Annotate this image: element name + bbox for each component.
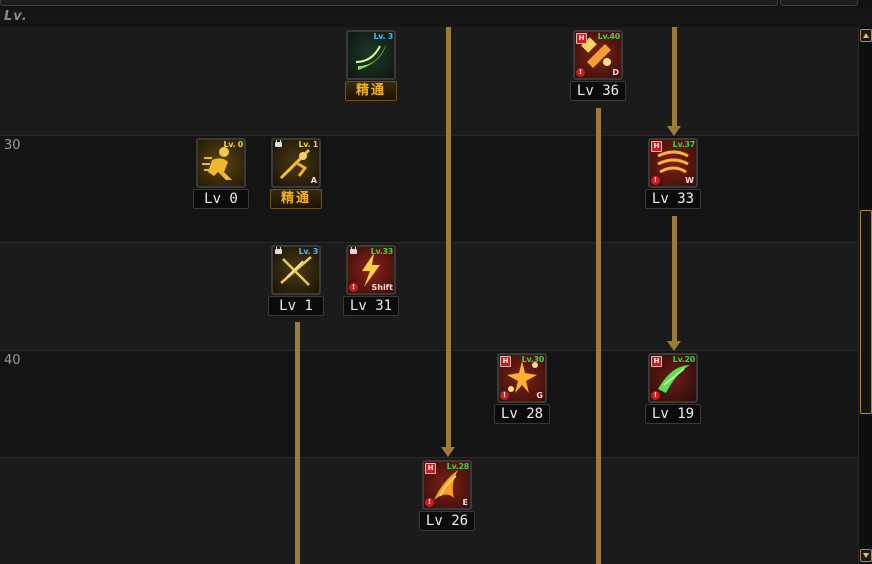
warning-icon: ! bbox=[500, 391, 509, 400]
skill-tag: Lv.28 bbox=[446, 462, 470, 471]
scroll-down-button[interactable] bbox=[860, 549, 872, 562]
lightning-icon[interactable]: Lv.33 ! Shift bbox=[346, 245, 396, 295]
skill-slot[interactable]: H Lv.20 ! Lv 19 bbox=[645, 353, 701, 424]
row-level-label: 40 bbox=[4, 353, 21, 368]
fire-claw-icon[interactable]: H Lv.28 ! E bbox=[422, 460, 472, 510]
warning-icon: ! bbox=[651, 176, 660, 185]
row-divider bbox=[0, 350, 858, 351]
green-slash-icon[interactable]: H Lv.20 ! bbox=[648, 353, 698, 403]
sprint-figure-icon[interactable]: Lv. 0 bbox=[196, 138, 246, 188]
hotbar-badge: H bbox=[425, 463, 436, 474]
skill-tag: Lv. 3 bbox=[373, 32, 393, 41]
vertical-scrollbar[interactable] bbox=[858, 27, 872, 564]
skill-slot[interactable]: Lv. 1 A 精通 bbox=[268, 138, 324, 209]
hotbar-badge: H bbox=[651, 356, 662, 367]
skill-level-label: Lv 0 bbox=[193, 189, 249, 209]
skill-hotkey: E bbox=[462, 498, 468, 507]
top-frame bbox=[0, 0, 872, 9]
skill-level-label: Lv 1 bbox=[268, 296, 324, 316]
skill-tag: Lv. 1 bbox=[298, 140, 318, 149]
row-band-1 bbox=[0, 27, 858, 135]
connector-arrowhead bbox=[667, 341, 681, 351]
skill-level-label: Lv 19 bbox=[645, 404, 701, 424]
skill-connector-line bbox=[295, 322, 300, 564]
skill-tag: Lv. 3 bbox=[298, 247, 318, 256]
skill-connector-line bbox=[596, 108, 601, 564]
row-divider bbox=[0, 135, 858, 136]
row-divider bbox=[0, 242, 858, 243]
skill-slot[interactable]: H Lv.37 ! W Lv 33 bbox=[645, 138, 701, 209]
warning-icon: ! bbox=[651, 391, 660, 400]
scroll-up-button[interactable] bbox=[860, 29, 872, 42]
row-band-4 bbox=[0, 350, 858, 457]
cross-slash-icon[interactable]: Lv. 3 bbox=[271, 245, 321, 295]
skill-slot[interactable]: Lv. 0 Lv 0 bbox=[193, 138, 249, 209]
hotbar-badge: H bbox=[576, 33, 587, 44]
skill-hotkey: D bbox=[612, 68, 619, 77]
skill-level-label: Lv 28 bbox=[494, 404, 550, 424]
skill-tag: Lv.40 bbox=[597, 32, 621, 41]
dash-figure-icon[interactable]: Lv. 1 A bbox=[271, 138, 321, 188]
skill-connector-line bbox=[672, 27, 677, 127]
skill-slot[interactable]: Lv. 3 精通 bbox=[343, 30, 399, 101]
connector-arrowhead bbox=[667, 126, 681, 136]
skill-level-label: Lv 26 bbox=[419, 511, 475, 531]
row-band-3 bbox=[0, 242, 858, 350]
lock-icon bbox=[275, 140, 282, 147]
skill-hotkey: G bbox=[536, 391, 543, 400]
top-frame-left bbox=[0, 0, 778, 6]
skill-hotkey: Shift bbox=[371, 283, 393, 292]
whirlwind-icon[interactable]: H Lv.37 ! W bbox=[648, 138, 698, 188]
burst-stars-icon[interactable]: H Lv.30 ! G bbox=[497, 353, 547, 403]
hotbar-badge: H bbox=[651, 141, 662, 152]
skill-hotkey: W bbox=[685, 176, 694, 185]
skill-slot[interactable]: H Lv.30 ! G Lv 28 bbox=[494, 353, 550, 424]
warning-icon: ! bbox=[349, 283, 358, 292]
skill-level-label: Lv 33 bbox=[645, 189, 701, 209]
skill-level-label: Lv 36 bbox=[570, 81, 626, 101]
skill-tag: Lv.37 bbox=[672, 140, 696, 149]
connector-arrowhead bbox=[441, 447, 455, 457]
level-column-header: Lv. bbox=[4, 9, 28, 24]
scrollbar-thumb[interactable] bbox=[860, 210, 872, 414]
skill-tag: Lv. 0 bbox=[223, 140, 243, 149]
lock-icon bbox=[275, 247, 282, 254]
row-divider bbox=[0, 457, 858, 458]
warning-icon: ! bbox=[576, 68, 585, 77]
warning-icon: ! bbox=[425, 498, 434, 507]
skill-slot[interactable]: Lv.33 ! Shift Lv 31 bbox=[343, 245, 399, 316]
lock-icon bbox=[350, 247, 357, 254]
skill-slot[interactable]: H Lv.40 ! D Lv 36 bbox=[570, 30, 626, 101]
skill-tag: Lv.33 bbox=[370, 247, 394, 256]
skill-hotkey: A bbox=[310, 176, 317, 185]
skill-level-label: Lv 31 bbox=[343, 296, 399, 316]
skill-connector-line bbox=[446, 27, 451, 449]
skill-tag: Lv.20 bbox=[672, 355, 696, 364]
skill-slot[interactable]: H Lv.28 ! E Lv 26 bbox=[419, 460, 475, 531]
hammer-strike-icon[interactable]: H Lv.40 ! D bbox=[573, 30, 623, 80]
top-frame-right bbox=[780, 0, 858, 6]
row-band-2 bbox=[0, 135, 858, 242]
skill-slot[interactable]: Lv. 3 Lv 1 bbox=[268, 245, 324, 316]
skill-mastery-label: 精通 bbox=[345, 81, 397, 101]
green-crescent-icon[interactable]: Lv. 3 bbox=[346, 30, 396, 80]
hotbar-badge: H bbox=[500, 356, 511, 367]
skill-mastery-label: 精通 bbox=[270, 189, 322, 209]
skill-connector-line bbox=[672, 216, 677, 342]
skill-tag: Lv.30 bbox=[521, 355, 545, 364]
row-level-label: 30 bbox=[4, 138, 21, 153]
